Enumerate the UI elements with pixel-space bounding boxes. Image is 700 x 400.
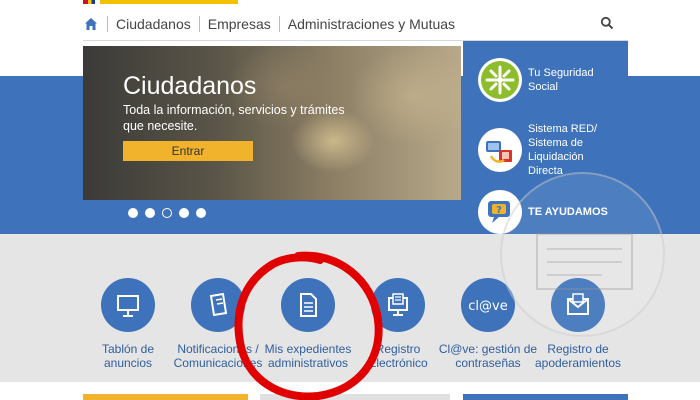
header-accent-bar bbox=[100, 0, 238, 4]
home-icon[interactable] bbox=[84, 17, 98, 31]
service-label: Cl@ve: gestión de contraseñas bbox=[438, 342, 538, 370]
hero-enter-button[interactable]: Entrar bbox=[123, 141, 253, 161]
service-label: Notificaciones / Comunicaciones bbox=[173, 342, 263, 370]
main-navigation: Ciudadanos Empresas Administraciones y M… bbox=[83, 10, 628, 38]
search-icon[interactable] bbox=[600, 16, 614, 30]
side-link-label: Sistema RED/ Sistema de Liquidación Dire… bbox=[528, 123, 598, 177]
carousel-dot-1[interactable] bbox=[128, 208, 138, 218]
electronic-register-icon bbox=[371, 278, 425, 332]
carousel-dots bbox=[128, 208, 206, 218]
nav-item-empresas[interactable]: Empresas bbox=[198, 16, 279, 32]
hero-subtitle: Toda la información, servicios y trámite… bbox=[123, 103, 345, 133]
nav-item-administraciones[interactable]: Administraciones y Mutuas bbox=[278, 16, 463, 32]
service-mis-expedientes[interactable]: Mis expedientes administrativos bbox=[258, 278, 358, 370]
bottom-blue-block bbox=[463, 394, 628, 400]
service-label: Registro de apoderamientos bbox=[534, 342, 622, 370]
carousel-dot-3-active[interactable] bbox=[162, 208, 172, 218]
service-label: Tablón de anuncios bbox=[101, 342, 155, 370]
top-header-strip bbox=[0, 0, 700, 8]
service-label: Registro Electrónico bbox=[368, 342, 428, 370]
service-registro-electronico[interactable]: Registro Electrónico bbox=[348, 278, 448, 370]
spain-flag-icon bbox=[83, 0, 95, 4]
carousel-dot-5[interactable] bbox=[196, 208, 206, 218]
noticeboard-icon bbox=[101, 278, 155, 332]
hero-carousel: Ciudadanos Toda la información, servicio… bbox=[83, 46, 461, 200]
svg-text:cl@ve: cl@ve bbox=[468, 299, 507, 314]
document-icon bbox=[281, 278, 335, 332]
service-tablon-anuncios[interactable]: Tablón de anuncios bbox=[78, 278, 178, 370]
side-link-label: Tu Seguridad Social bbox=[528, 67, 594, 93]
watermark-stamp-icon bbox=[500, 172, 665, 337]
bottom-yellow-block bbox=[83, 394, 248, 400]
sistema-red-icon bbox=[478, 128, 522, 172]
seguridad-social-logo-icon bbox=[478, 58, 522, 102]
carousel-dot-2[interactable] bbox=[145, 208, 155, 218]
side-link-tu-seguridad-social[interactable]: Tu Seguridad Social bbox=[478, 58, 600, 102]
svg-text:?: ? bbox=[496, 205, 502, 216]
service-label: Mis expedientes administrativos bbox=[264, 342, 352, 370]
notifications-icon bbox=[191, 278, 245, 332]
nav-item-ciudadanos[interactable]: Ciudadanos bbox=[107, 16, 199, 32]
carousel-dot-4[interactable] bbox=[179, 208, 189, 218]
service-notificaciones[interactable]: Notificaciones / Comunicaciones bbox=[168, 278, 268, 370]
side-link-sistema-red[interactable]: Sistema RED/ Sistema de Liquidación Dire… bbox=[478, 122, 606, 178]
bottom-grey-block bbox=[260, 394, 450, 400]
hero-title: Ciudadanos bbox=[123, 72, 257, 100]
